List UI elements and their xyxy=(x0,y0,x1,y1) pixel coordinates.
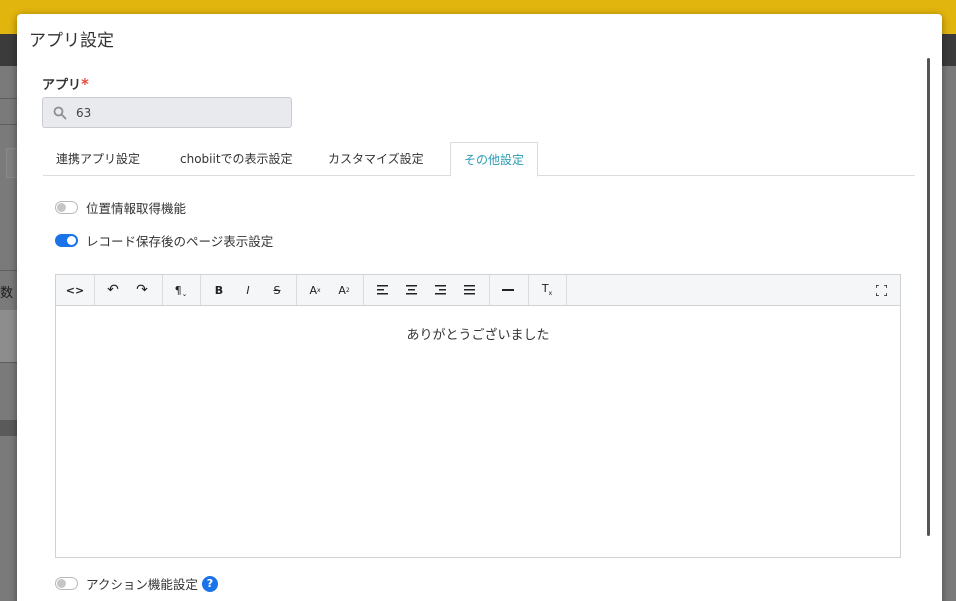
tab-chobiit-display[interactable]: chobiitでの表示設定 xyxy=(167,142,306,176)
clear-format-icon: Tx xyxy=(541,282,553,298)
settings-tabs: 連携アプリ設定 chobiitでの表示設定 カスタマイズ設定 その他設定 xyxy=(43,142,915,177)
paragraph-format-button[interactable]: ¶ ⌄ xyxy=(168,275,194,305)
align-left-button[interactable] xyxy=(369,275,395,305)
toolbar-separator xyxy=(566,275,567,305)
rich-text-editor: <> ↶ ↷ ¶ ⌄ B I S Ax A2 Tx ありがとうございました xyxy=(55,274,901,558)
location-toggle-label: 位置情報取得機能 xyxy=(86,201,187,216)
location-toggle-row: 位置情報取得機能 xyxy=(55,198,186,217)
strikethrough-button[interactable]: S xyxy=(264,275,290,305)
toolbar-separator xyxy=(200,275,201,305)
help-icon[interactable]: ? xyxy=(201,575,218,592)
toolbar-separator xyxy=(528,275,529,305)
after-save-toggle-row: レコード保存後のページ表示設定 xyxy=(55,231,273,250)
editor-toolbar: <> ↶ ↷ ¶ ⌄ B I S Ax A2 Tx xyxy=(56,275,900,306)
toolbar-separator xyxy=(94,275,95,305)
italic-button[interactable]: I xyxy=(235,275,261,305)
subscript-icon: A xyxy=(338,283,346,297)
app-field-label: アプリ* xyxy=(42,74,89,93)
horizontal-line-icon xyxy=(502,289,514,291)
code-view-button[interactable]: <> xyxy=(62,275,88,305)
app-settings-modal: アプリ設定 アプリ* 63 連携アプリ設定 chobiitでの表示設定 カスタマ… xyxy=(17,14,942,601)
tab-customize[interactable]: カスタマイズ設定 xyxy=(315,142,437,176)
chevron-down-icon: ⌄ xyxy=(181,290,188,298)
toolbar-separator xyxy=(162,275,163,305)
align-right-button[interactable] xyxy=(427,275,453,305)
paragraph-icon: ¶ xyxy=(174,283,182,297)
background-divider xyxy=(0,124,18,125)
action-toggle-label: アクション機能設定 xyxy=(86,577,198,592)
after-save-toggle-label: レコード保存後のページ表示設定 xyxy=(86,234,274,249)
background-table-cell xyxy=(0,310,18,362)
modal-title: アプリ設定 xyxy=(29,31,114,51)
align-justify-icon xyxy=(463,285,475,295)
horizontal-line-button[interactable] xyxy=(495,275,521,305)
bold-button[interactable]: B xyxy=(206,275,232,305)
align-right-icon xyxy=(434,285,446,295)
location-toggle[interactable] xyxy=(55,201,78,214)
toolbar-separator xyxy=(296,275,297,305)
background-column-label: 数 xyxy=(0,286,14,301)
editor-content-area[interactable]: ありがとうございました xyxy=(56,306,900,557)
app-field-label-text: アプリ xyxy=(42,78,82,93)
tab-other-settings[interactable]: その他設定 xyxy=(450,142,539,177)
undo-button[interactable]: ↶ xyxy=(100,275,126,305)
fullscreen-icon xyxy=(875,284,887,296)
background-scroll-strip xyxy=(0,420,18,436)
after-save-toggle[interactable] xyxy=(55,234,78,247)
align-center-icon xyxy=(405,285,417,295)
toolbar-separator xyxy=(489,275,490,305)
align-justify-button[interactable] xyxy=(456,275,482,305)
subscript-button[interactable]: A2 xyxy=(331,275,357,305)
superscript-icon: A xyxy=(309,283,317,297)
app-select-value: 63 xyxy=(76,106,92,120)
editor-content-text: ありがとうございました xyxy=(406,328,550,343)
required-mark: * xyxy=(81,75,89,93)
align-center-button[interactable] xyxy=(398,275,424,305)
superscript-button[interactable]: Ax xyxy=(302,275,328,305)
app-select-input[interactable]: 63 xyxy=(42,97,292,128)
background-divider xyxy=(0,270,18,271)
align-left-icon xyxy=(376,285,388,295)
action-toggle[interactable] xyxy=(55,577,78,590)
redo-button[interactable]: ↷ xyxy=(129,275,155,305)
clear-format-button[interactable]: Tx xyxy=(534,275,560,305)
toolbar-separator xyxy=(363,275,364,305)
search-icon xyxy=(53,105,67,124)
tab-linked-app[interactable]: 連携アプリ設定 xyxy=(43,142,153,176)
action-toggle-row: アクション機能設定 ? xyxy=(55,574,218,593)
background-divider xyxy=(0,98,18,99)
fullscreen-button[interactable] xyxy=(868,275,894,305)
modal-scrollbar[interactable] xyxy=(927,58,930,536)
background-divider xyxy=(0,362,18,363)
